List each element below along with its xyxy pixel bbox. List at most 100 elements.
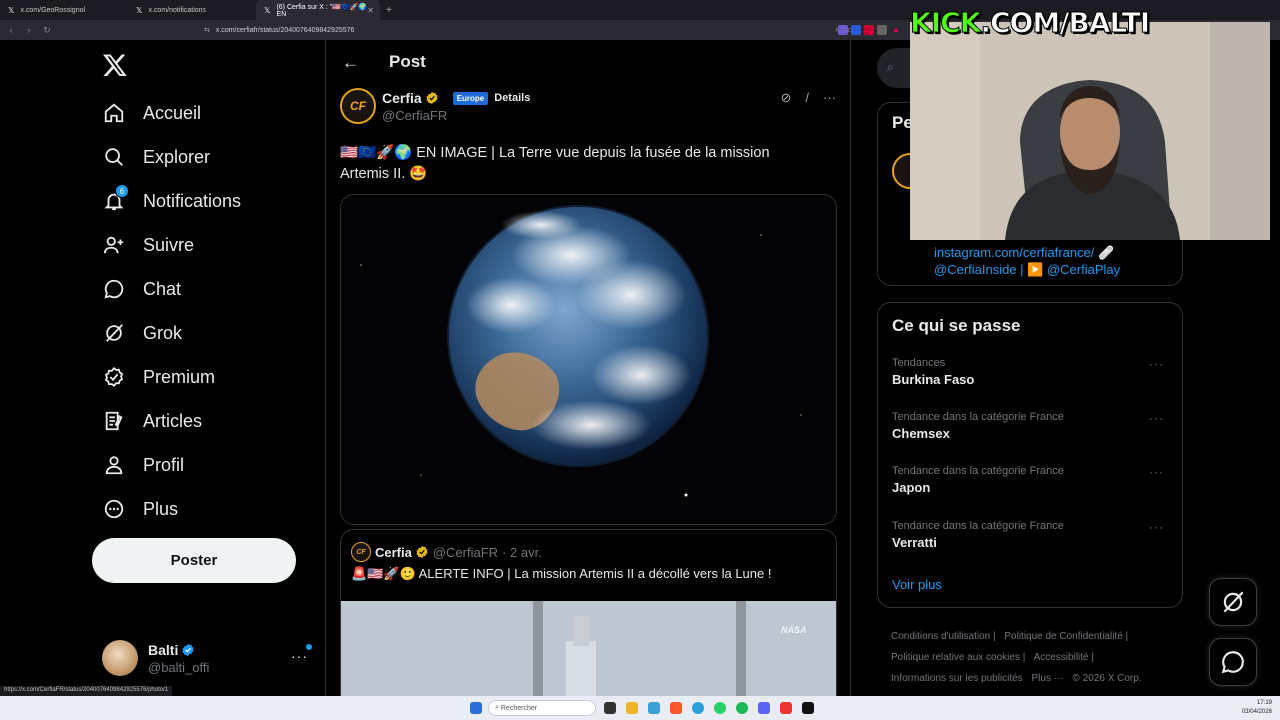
bio-line[interactable]: @CerfiaInside | ▶️ @CerfiaPlay	[934, 261, 1120, 278]
sidebar-item-notifications[interactable]: 6 Notifications	[103, 184, 241, 215]
trend-name: Burkina Faso	[892, 372, 975, 387]
x-logo-icon[interactable]	[102, 52, 128, 78]
extension-icon[interactable]	[877, 25, 887, 35]
taskbar-search[interactable]: ⌕ Rechercher	[488, 700, 596, 716]
extension-icon[interactable]	[851, 25, 861, 35]
whatsapp-icon[interactable]	[714, 702, 726, 714]
url-field[interactable]: ⇆ x.com/cerfiafr/status/20400764098429255…	[204, 23, 744, 37]
suggested-account-bio[interactable]: instagram.com/cerfiafrance/ 🩹 @CerfiaIns…	[934, 244, 1120, 278]
brave-browser-icon[interactable]	[670, 702, 682, 714]
notion-icon[interactable]	[802, 702, 814, 714]
trend-name: Japon	[892, 480, 931, 495]
footer-link[interactable]: Informations sur les publicités	[891, 673, 1023, 684]
messages-floating-button[interactable]	[1209, 638, 1257, 686]
system-clock[interactable]: 17:19 03/04/2026	[1242, 699, 1272, 717]
page-info-icon[interactable]: ⇆	[204, 26, 210, 34]
footer-link[interactable]: Politique relative aux cookies |	[891, 652, 1025, 663]
browser-tab[interactable]: 𝕏x.com/notifications	[128, 0, 252, 20]
sidebar-item-accueil[interactable]: Accueil	[103, 99, 201, 127]
trend-item[interactable]: Tendance dans la catégorie France Verrat…	[892, 520, 1172, 550]
back-nav-icon[interactable]: ‹	[4, 25, 18, 35]
tweet-actions: ⊘ / ···	[780, 90, 836, 106]
browser-tab[interactable]: 𝕏x.com/GeoRossignol	[0, 0, 124, 20]
gold-verified-badge-icon	[416, 545, 428, 559]
trend-category: Tendance dans la catégorie France	[892, 465, 1064, 477]
sidebar-item-label: Grok	[143, 322, 183, 343]
sidebar-item-profil[interactable]: Profil	[103, 451, 184, 479]
trend-name: Chemsex	[892, 426, 950, 441]
task-view-icon[interactable]	[604, 702, 616, 714]
trend-item[interactable]: Tendances Burkina Faso ···	[892, 357, 1172, 387]
browser-tab-active[interactable]: 𝕏 (6) Cerfia sur X : "🇺🇸🇪🇺🚀🌍 EN ✕	[256, 0, 380, 20]
grok-floating-button[interactable]	[1209, 578, 1257, 626]
author-name[interactable]: Cerfia	[382, 90, 422, 106]
sidebar-item-label: Profil	[143, 454, 185, 475]
sidebar-item-label: Chat	[143, 278, 182, 299]
sidebar-item-label: Articles	[143, 410, 203, 431]
sidebar-item-chat[interactable]: Chat	[103, 275, 181, 303]
tweet-image[interactable]	[340, 194, 837, 525]
sidebar-item-label: Premium	[143, 366, 216, 387]
trend-more-icon[interactable]: ···	[1149, 465, 1164, 479]
copyright: © 2026 X Corp.	[1072, 673, 1142, 684]
new-tab-icon[interactable]: +	[386, 5, 392, 16]
post-header: ← Post	[326, 40, 850, 85]
author-handle[interactable]: @CerfiaFR	[382, 108, 530, 123]
trend-item[interactable]: Tendance dans la catégorie France Chemse…	[892, 411, 1172, 441]
sidebar-item-premium[interactable]: Premium	[103, 363, 215, 391]
footer-link[interactable]: Politique de Confidentialité |	[1004, 631, 1128, 642]
person-add-icon	[103, 236, 124, 254]
trend-category: Tendances	[892, 357, 946, 369]
discord-icon[interactable]	[758, 702, 770, 714]
account-switcher[interactable]: Balti @balti_offi ···	[102, 638, 316, 678]
sidebar-item-suivre[interactable]: Suivre	[103, 231, 194, 259]
bell-icon: 6	[103, 184, 129, 212]
account-more-icon[interactable]: ···	[291, 648, 308, 664]
grok-explain-icon[interactable]: ⊘	[780, 90, 791, 106]
chat-icon	[1221, 651, 1244, 674]
trend-item[interactable]: Tendance dans la catégorie France Japon …	[892, 465, 1172, 495]
webcam-overlay	[910, 22, 1270, 240]
see-more-link[interactable]: Voir plus	[892, 577, 942, 592]
sidebar-item-explorer[interactable]: Explorer	[103, 143, 210, 171]
footer-link[interactable]: Accessibilité |	[1034, 652, 1094, 663]
quoted-tweet[interactable]: CF Cerfia @CerfiaFR · 2 avr. 🚨🇺🇸🚀🙂 ALERT…	[340, 529, 837, 696]
cerfia-avatar[interactable]: CF	[340, 88, 376, 124]
bio-line[interactable]: instagram.com/cerfiafrance/ 🩹	[934, 244, 1120, 261]
spotify-icon[interactable]	[736, 702, 748, 714]
footer-links: Conditions d'utilisation | Politique de …	[891, 626, 1181, 689]
trend-more-icon[interactable]: ···	[1149, 357, 1164, 371]
app-icon[interactable]	[780, 702, 792, 714]
footer-link[interactable]: Plus ···	[1032, 673, 1064, 684]
tab-label: x.com/GeoRossignol	[20, 6, 86, 14]
trend-more-icon[interactable]: ···	[1149, 411, 1164, 425]
streamer-camera-feed	[910, 22, 1270, 240]
windows-start-icon[interactable]	[470, 702, 482, 714]
store-icon[interactable]	[648, 702, 660, 714]
back-arrow-icon[interactable]: ←	[342, 53, 359, 73]
file-explorer-icon[interactable]	[626, 702, 638, 714]
quote-author-name: Cerfia	[375, 544, 412, 560]
chat-icon	[104, 279, 124, 299]
reload-icon[interactable]: ↻	[40, 25, 54, 36]
extension-icon[interactable]	[864, 25, 874, 35]
sidebar-item-plus[interactable]: Plus	[103, 495, 178, 523]
sidebar-item-articles[interactable]: Articles	[103, 407, 202, 435]
slash-icon[interactable]: /	[805, 90, 809, 106]
post-button[interactable]: Poster	[92, 538, 296, 583]
trend-more-icon[interactable]: ···	[1149, 520, 1164, 534]
quote-author-handle: @CerfiaFR	[432, 544, 499, 560]
footer-link[interactable]: Conditions d'utilisation |	[891, 631, 996, 642]
more-options-icon[interactable]: ···	[823, 90, 836, 106]
extension-icon[interactable]	[838, 25, 848, 35]
unread-dot	[306, 644, 312, 650]
nasa-logo: NASA	[781, 625, 807, 635]
details-link[interactable]: Details	[494, 92, 530, 104]
quote-text: 🚨🇺🇸🚀🙂 ALERTE INFO | La mission Artemis I…	[351, 566, 772, 581]
close-tab-icon[interactable]: ✕	[367, 6, 374, 15]
telegram-icon[interactable]	[692, 702, 704, 714]
brave-rewards-icon[interactable]: ▲	[892, 25, 900, 35]
forward-nav-icon[interactable]: ›	[22, 25, 36, 35]
sidebar-item-grok[interactable]: Grok	[103, 319, 182, 347]
main-column: ← Post CF Cerfia Europe Details @CerfiaF…	[325, 40, 851, 696]
